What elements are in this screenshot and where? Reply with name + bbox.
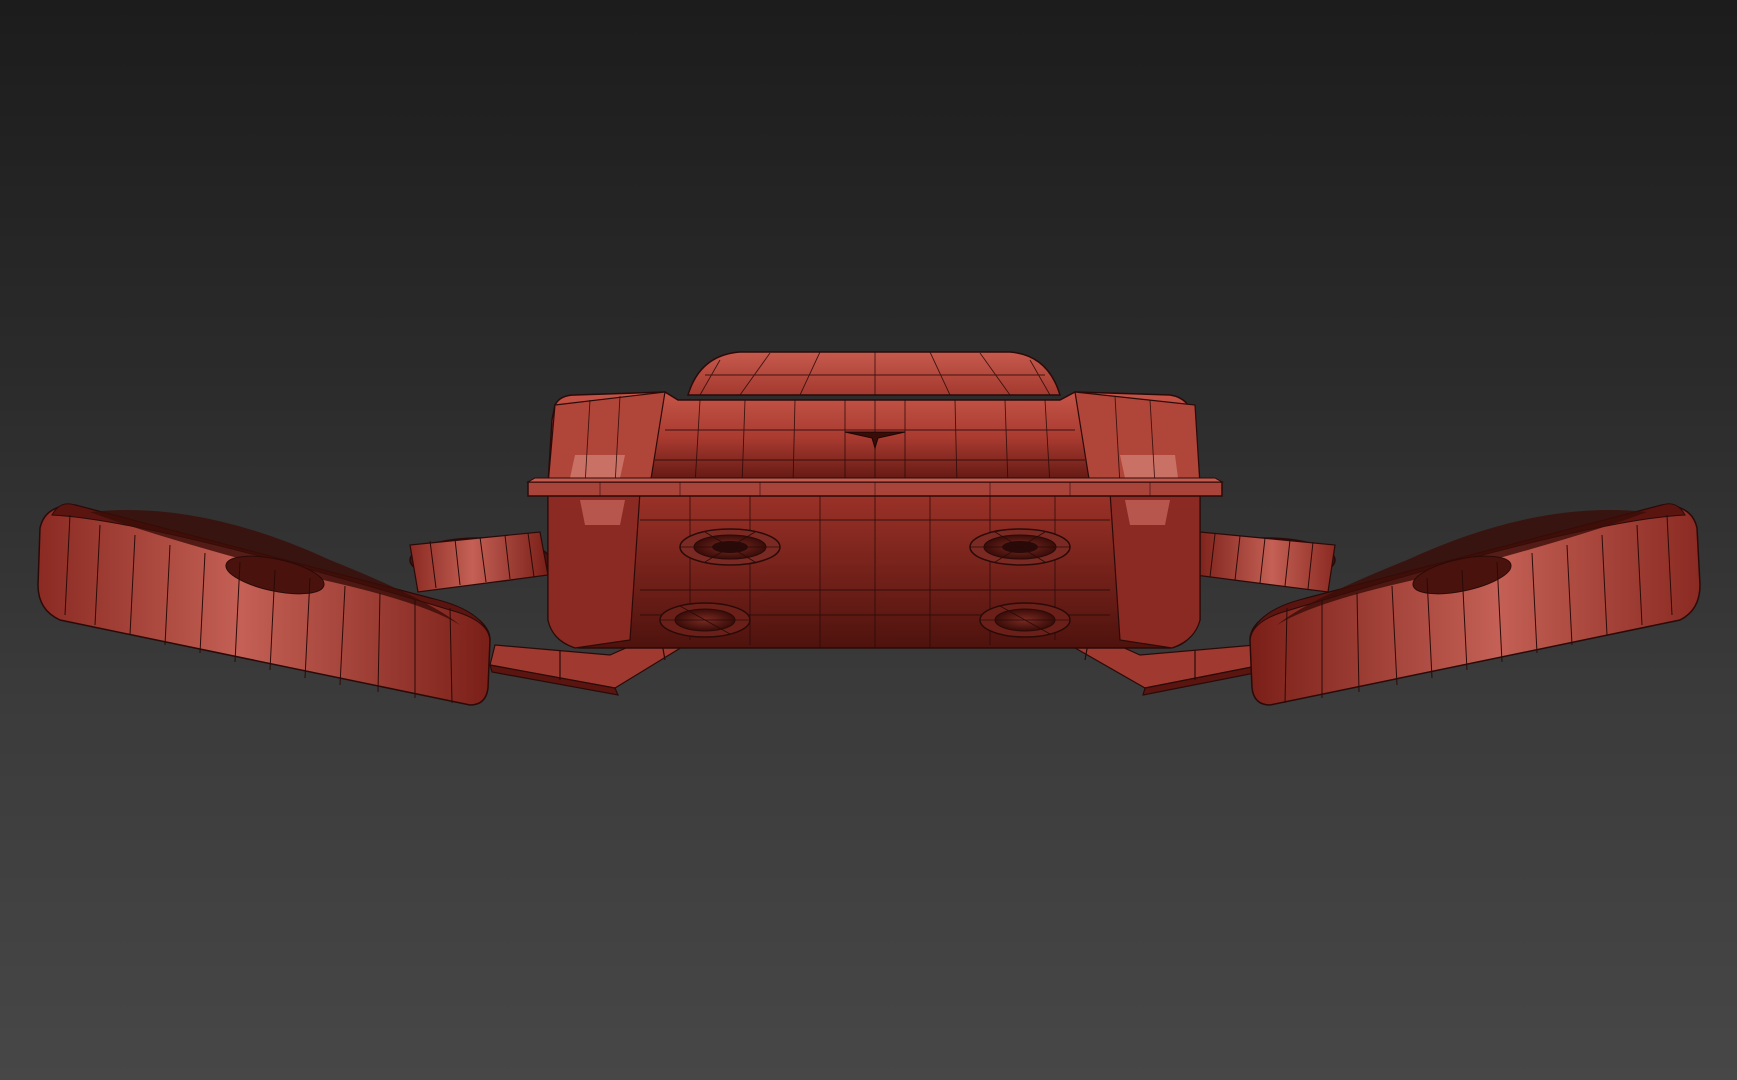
front-left-rotor: [37, 503, 491, 706]
left-front-thruster: [679, 528, 781, 566]
right-bottom-thruster: [979, 602, 1071, 638]
front-right-rotor: [1249, 503, 1701, 706]
right-front-thruster: [969, 528, 1071, 566]
rear-right-rotor: [1194, 531, 1336, 593]
3d-viewport[interactable]: [0, 0, 1737, 1080]
model-render: [37, 351, 1701, 706]
bumper-ledge: [526, 477, 1224, 497]
rear-left-rotor: [409, 531, 551, 593]
car-roof: [686, 351, 1062, 396]
car-body: [547, 491, 1201, 649]
left-bottom-thruster: [659, 602, 751, 638]
